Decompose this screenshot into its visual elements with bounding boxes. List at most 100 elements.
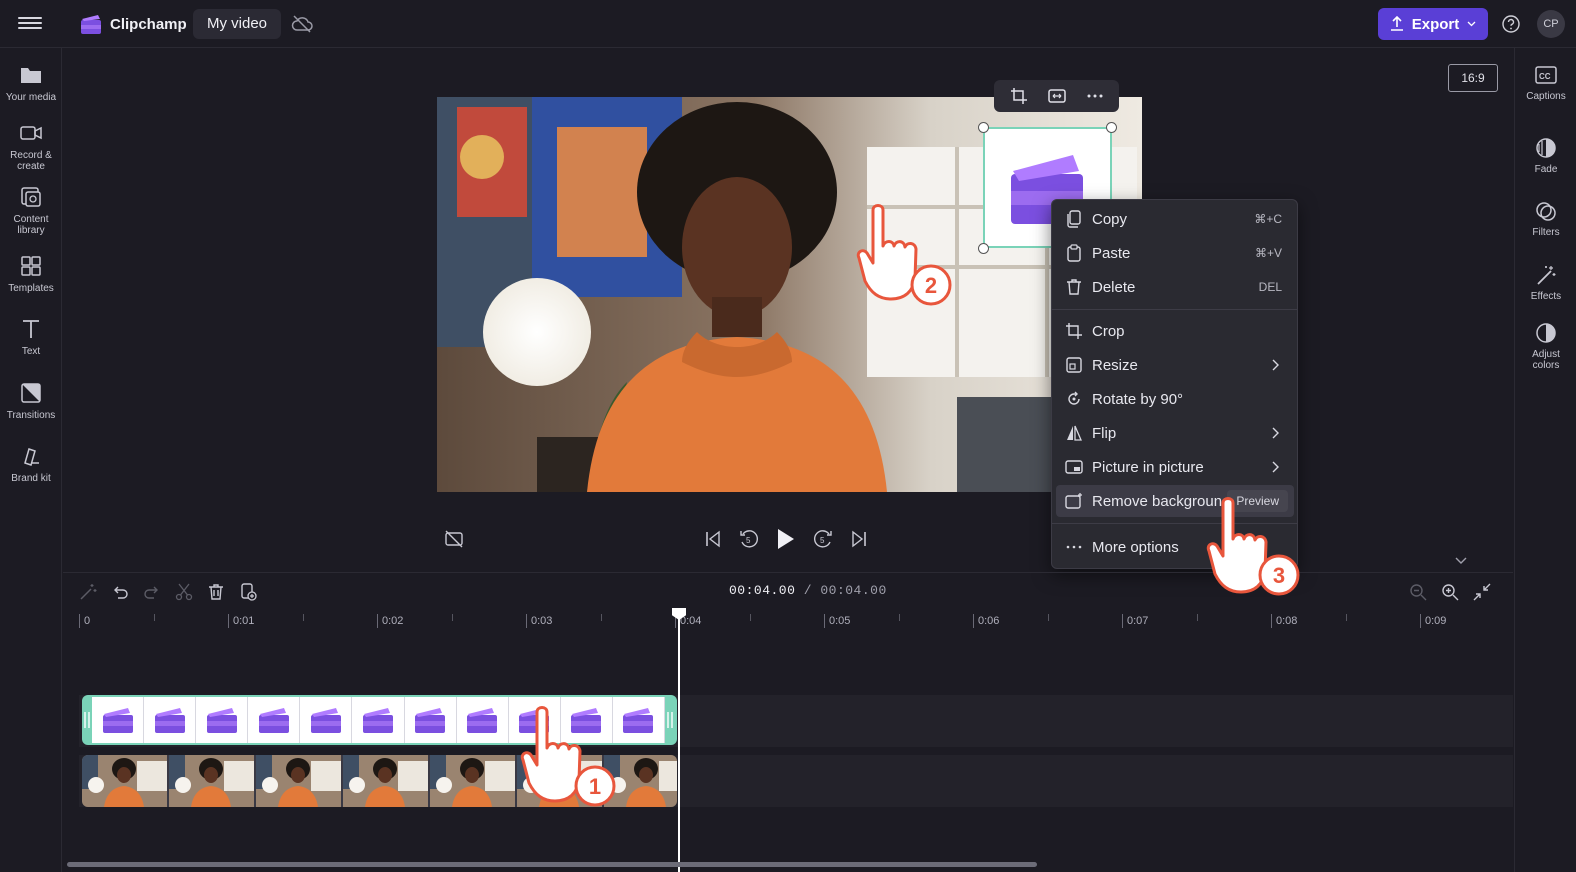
scissors-icon[interactable] (175, 583, 193, 601)
sidebar-item-content-library[interactable]: Content library (0, 186, 62, 236)
zoom-in-icon[interactable] (1441, 583, 1459, 601)
video-title[interactable]: My video (193, 9, 282, 39)
menu-item-rotate[interactable]: Rotate by 90° (1056, 383, 1294, 415)
sidebar-item-adjust-colors[interactable]: Adjust colors (1515, 322, 1576, 371)
shortcut-text: DEL (1258, 280, 1282, 294)
trim-handle-left-icon[interactable] (84, 711, 90, 729)
sidebar-item-label: Fade (1534, 164, 1558, 175)
flip-icon (1067, 425, 1082, 441)
library-icon (21, 187, 41, 207)
timeline-scrollbar[interactable] (67, 862, 1037, 867)
ruler-minor-tick (600, 614, 602, 621)
sidebar-item-brand-kit[interactable]: Brand kit (0, 445, 62, 484)
chevron-down-icon[interactable] (1454, 556, 1468, 566)
play-icon[interactable] (774, 527, 796, 551)
video-thumbnail (430, 755, 517, 807)
magic-icon[interactable] (79, 583, 97, 601)
sidebar-item-record-create[interactable]: Record & create (0, 122, 62, 172)
rewind-5-icon[interactable]: 5 (738, 528, 760, 550)
fade-icon (1536, 138, 1556, 158)
undo-icon[interactable] (111, 583, 129, 601)
ruler-tick-label: 0 (84, 615, 91, 627)
sidebar-item-effects[interactable]: Effects (1515, 264, 1576, 302)
ruler-tick-line (228, 614, 229, 628)
menu-item-label: Rotate by 90° (1092, 390, 1184, 408)
trim-handle-right-icon[interactable] (667, 711, 673, 729)
resize-handle[interactable] (978, 243, 989, 254)
resize-icon (1066, 357, 1082, 373)
svg-text:5: 5 (820, 536, 825, 545)
video-thumbnail (343, 755, 430, 807)
sidebar-item-captions[interactable]: CC Captions (1515, 64, 1576, 102)
export-button[interactable]: Export (1378, 8, 1488, 40)
paste-icon (1067, 244, 1081, 262)
rotate-icon (1068, 391, 1080, 405)
logo-thumbnail (248, 697, 301, 743)
sidebar-item-fade[interactable]: Fade (1515, 137, 1576, 175)
sidebar-item-label: Captions (1526, 91, 1566, 102)
brand-kit-icon (24, 448, 39, 466)
hide-preview-icon[interactable] (444, 529, 464, 549)
menu-item-flip[interactable]: Flip (1056, 417, 1294, 449)
sidebar-item-text[interactable]: Text (0, 318, 62, 357)
menu-item-delete[interactable]: Delete DEL (1056, 271, 1294, 303)
menu-item-label: Delete (1092, 278, 1136, 296)
ruler-tick-label: 0:03 (531, 615, 553, 627)
ruler-minor-tick (1345, 614, 1347, 621)
sidebar-item-your-media[interactable]: Your media (0, 64, 62, 103)
ruler-tick-label: 0:02 (382, 615, 404, 627)
skip-forward-icon[interactable] (850, 530, 868, 548)
ruler-tick-label: 0:07 (1127, 615, 1149, 627)
timeline-ruler[interactable]: 0 0:01 0:02 0:03 0:04 0:05 0:06 0:07 0:08 0:09 (79, 612, 1511, 634)
step-label: 3 (1273, 563, 1285, 588)
redo-icon[interactable] (143, 583, 161, 601)
trash-icon (1067, 279, 1081, 295)
svg-text:5: 5 (746, 536, 751, 545)
skip-back-icon[interactable] (704, 530, 722, 548)
sidebar-item-label: Adjust colors (1532, 349, 1560, 371)
menu-icon[interactable] (18, 14, 42, 34)
timecode: 00:04.00 / 00:04.00 (729, 583, 887, 598)
more-icon[interactable] (1086, 87, 1104, 105)
sidebar-item-filters[interactable]: Filters (1515, 200, 1576, 238)
left-sidebar: Your media Record & create Content libra… (0, 48, 62, 872)
cloud-off-icon[interactable] (291, 14, 313, 34)
menu-item-copy[interactable]: Copy ⌘+C (1056, 203, 1294, 235)
fit-icon[interactable] (1047, 87, 1067, 105)
avatar[interactable]: CP (1537, 10, 1565, 38)
logo-thumbnail (405, 697, 457, 743)
duplicate-icon[interactable] (239, 583, 257, 601)
help-icon[interactable] (1501, 14, 1521, 34)
ruler-tick-line (973, 614, 974, 628)
sidebar-item-templates[interactable]: Templates (0, 255, 62, 294)
clipchamp-logo-icon (79, 12, 103, 36)
playhead[interactable] (678, 610, 680, 872)
ruler-tick-label: 0:09 (1425, 615, 1447, 627)
menu-item-picture-in-picture[interactable]: Picture in picture (1056, 451, 1294, 483)
fit-timeline-icon[interactable] (1473, 583, 1491, 601)
trash-icon[interactable] (207, 583, 225, 601)
menu-divider (1052, 309, 1297, 310)
sidebar-item-label: Your media (5, 92, 57, 103)
crop-icon[interactable] (1010, 87, 1028, 105)
logo-thumbnail (300, 697, 353, 743)
resize-handle[interactable] (978, 122, 989, 133)
step-label: 2 (925, 273, 937, 298)
menu-item-label: Picture in picture (1092, 458, 1204, 476)
menu-item-crop[interactable]: Crop (1056, 315, 1294, 347)
menu-item-paste[interactable]: Paste ⌘+V (1056, 237, 1294, 269)
floating-toolbar (994, 80, 1119, 112)
menu-item-resize[interactable]: Resize (1056, 349, 1294, 381)
aspect-ratio-button[interactable]: 16:9 (1448, 64, 1498, 92)
top-bar: Clipchamp My video Export CP (0, 0, 1576, 48)
chevron-right-icon (1272, 359, 1279, 371)
resize-handle[interactable] (1106, 122, 1117, 133)
sidebar-item-transitions[interactable]: Transitions (0, 382, 62, 421)
forward-5-icon[interactable]: 5 (812, 528, 834, 550)
sidebar-item-label: Record & create (10, 150, 52, 172)
sidebar-item-label: Content library (13, 214, 49, 236)
ruler-minor-tick (1196, 614, 1198, 621)
ruler-tick-line (1420, 614, 1421, 628)
sidebar-item-label: Transitions (6, 410, 56, 421)
zoom-out-icon[interactable] (1409, 583, 1427, 601)
